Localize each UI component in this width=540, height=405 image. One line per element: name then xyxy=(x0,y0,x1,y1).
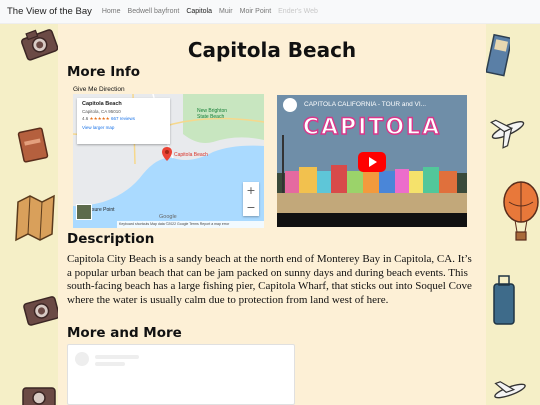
give-directions-label: Give Me Direction xyxy=(73,86,125,93)
hot-air-balloon-icon xyxy=(502,180,540,250)
content-panel: Capitola Beach More Info Give Me Directi… xyxy=(58,24,486,405)
video-title[interactable]: CAPITOLA CALIFORNIA - TOUR and VI... xyxy=(304,101,426,108)
nav-link-home[interactable]: Home xyxy=(102,8,121,15)
embed-card-loading[interactable] xyxy=(67,344,295,405)
rating-stars: ★★★★★ xyxy=(89,116,110,121)
airplane-icon xyxy=(488,110,528,154)
nav-link-bedwell-bayfront[interactable]: Bedwell bayfront xyxy=(128,8,180,15)
reviews-link[interactable]: 667 reviews xyxy=(111,116,135,121)
more-and-more-heading: More and More xyxy=(67,325,182,341)
camera-icon-3 xyxy=(18,382,60,405)
airplane-icon-2 xyxy=(490,376,530,405)
zoom-in-button[interactable]: + xyxy=(243,182,259,199)
map-place-name: Capitola Beach xyxy=(82,101,122,107)
nav-link-moir-point[interactable]: Moir Point xyxy=(240,8,272,15)
map-footer[interactable]: Keyboard shortcuts Map data ©2022 Google… xyxy=(117,221,264,228)
more-info-heading: More Info xyxy=(67,64,141,80)
camera-icon-2 xyxy=(20,290,62,332)
map-place-address: Capitola, CA 95010 xyxy=(82,109,121,114)
skeleton-line xyxy=(95,362,125,366)
satellite-toggle[interactable] xyxy=(76,204,92,220)
description-heading: Description xyxy=(67,231,155,247)
rating-value: 4.6 xyxy=(82,116,89,121)
page-title: Capitola Beach xyxy=(187,38,357,62)
postcard-icon xyxy=(485,32,513,82)
youtube-video-embed[interactable]: CAPITOLA CALIFORNIA - TOUR and VI... CAP… xyxy=(277,95,467,227)
map-label-point: sure Point xyxy=(92,207,115,213)
map-pin-label: Capitola Beach xyxy=(174,152,208,158)
nav-link-muir[interactable]: Muir xyxy=(219,8,233,15)
nav-link-capitola[interactable]: Capitola xyxy=(186,8,212,15)
google-map-embed[interactable]: Capitola Beach Capitola, CA 95010 4.6 ★★… xyxy=(73,94,264,228)
map-zoom-controls: + − xyxy=(243,182,259,216)
youtube-play-icon[interactable] xyxy=(358,152,386,172)
skeleton-avatar xyxy=(75,352,89,366)
luggage-icon xyxy=(490,272,518,336)
nav-link-enders-web: Ender's Web xyxy=(278,8,318,15)
view-larger-map-link[interactable]: View larger map xyxy=(82,125,165,130)
passport-icon xyxy=(16,126,50,168)
map-label-new-brighton: New Brighton State Beach xyxy=(197,108,228,120)
map-place-card: Capitola Beach Capitola, CA 95010 4.6 ★★… xyxy=(77,98,170,144)
map-place-rating: 4.6 ★★★★★ 667 reviews xyxy=(82,116,165,122)
folded-map-icon xyxy=(14,194,56,246)
google-logo: Google xyxy=(159,214,177,220)
map-pin-icon[interactable] xyxy=(162,146,172,165)
video-thumbnail-text: CAPITOLA xyxy=(302,114,442,140)
skeleton-line xyxy=(95,355,139,359)
zoom-out-button[interactable]: − xyxy=(243,199,259,216)
channel-avatar[interactable] xyxy=(283,98,297,112)
camera-icon xyxy=(18,24,60,66)
top-navbar: The View of the Bay Home Bedwell bayfron… xyxy=(0,0,540,24)
description-text: Capitola City Beach is a sandy beach at … xyxy=(67,253,472,307)
site-brand[interactable]: The View of the Bay xyxy=(7,6,92,17)
